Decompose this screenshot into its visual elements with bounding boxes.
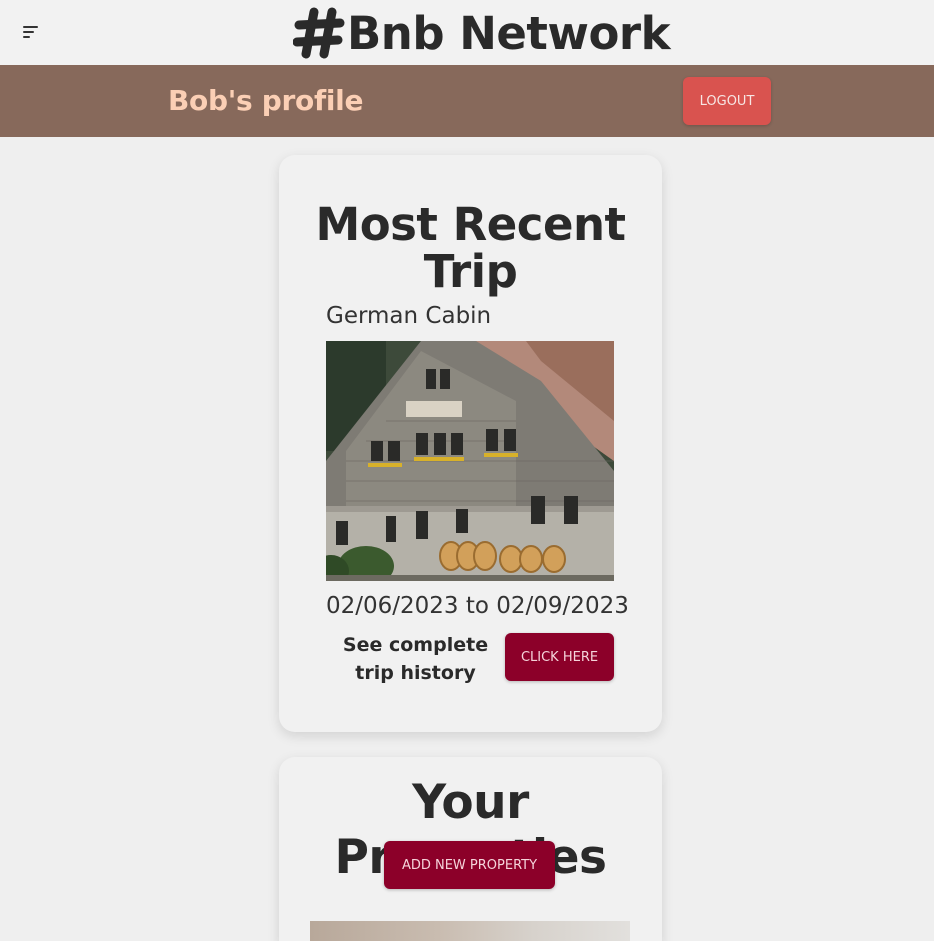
hashtag-icon [293, 7, 345, 59]
recent-trip-card: Most Recent Trip German Cabin 02/06/2023… [279, 155, 662, 732]
trip-history-text: See complete trip history [342, 634, 489, 684]
properties-card: Your Properties ADD NEW PROPERTY [279, 757, 662, 941]
recent-trip-heading: Most Recent Trip [315, 198, 626, 298]
trip-dates: 02/06/2023 to 02/09/2023 [326, 593, 629, 619]
profile-title: Bob's profile [168, 84, 364, 117]
brand-name: Bnb Network [347, 6, 671, 60]
add-property-button[interactable]: ADD NEW PROPERTY [384, 841, 555, 889]
property-photo [310, 921, 630, 941]
trip-property-photo [326, 341, 614, 581]
brand-logo[interactable]: Bnb Network [293, 4, 671, 62]
menu-icon[interactable] [20, 24, 42, 42]
trip-property-name: German Cabin [326, 303, 492, 329]
profile-bar: Bob's profile LOGOUT [0, 65, 934, 137]
top-header: Bnb Network [0, 0, 934, 65]
trip-history-button[interactable]: CLICK HERE [505, 633, 614, 681]
logout-button[interactable]: LOGOUT [683, 77, 771, 125]
